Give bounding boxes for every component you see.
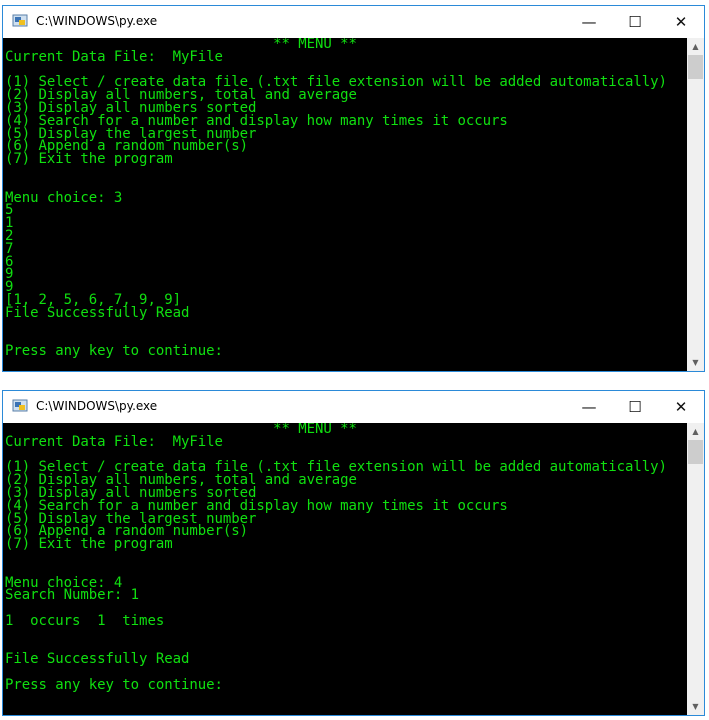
console-line: Press any key to continue: — [5, 676, 223, 693]
maximize-button[interactable]: ☐ — [612, 391, 658, 423]
close-button[interactable]: ✕ — [658, 391, 704, 423]
python-app-icon — [12, 399, 28, 412]
console-line: Menu choice: 3 — [5, 189, 123, 206]
console-line: Search Number: 1 — [5, 587, 140, 604]
vertical-scrollbar[interactable]: ▲ ▼ — [687, 423, 704, 715]
console-line: File Successfully Read — [5, 651, 190, 668]
console-window: C:\WINDOWS\py.exe — ☐ ✕ ** MENU ** Curren… — [2, 5, 705, 372]
scroll-down-arrow-icon[interactable]: ▼ — [687, 354, 704, 371]
console-line: Press any key to continue: — [5, 343, 223, 360]
vertical-scrollbar[interactable]: ▲ ▼ — [687, 38, 704, 371]
console-line: Current Data File: MyFile — [5, 48, 223, 65]
console-line: 7 — [5, 240, 14, 257]
python-app-icon — [12, 14, 28, 27]
console-line: Current Data File: MyFile — [5, 433, 223, 450]
console-output[interactable]: ** MENU ** Current Data File: MyFile (1) S… — [3, 38, 704, 371]
console-line: (7) Exit the program — [5, 151, 173, 168]
window-title: C:\WINDOWS\py.exe — [36, 14, 158, 28]
maximize-button[interactable]: ☐ — [612, 6, 658, 38]
console-output[interactable]: ** MENU ** Current Data File: MyFile (1) S… — [3, 423, 704, 715]
console-line: 9 — [5, 266, 14, 283]
scroll-thumb[interactable] — [688, 440, 703, 464]
title-bar[interactable]: C:\WINDOWS\py.exe — ☐ ✕ — [3, 6, 704, 38]
console-line: 1 — [5, 215, 14, 232]
console-line: (7) Exit the program — [5, 536, 173, 553]
close-button[interactable]: ✕ — [658, 6, 704, 38]
console-line: File Successfully Read — [5, 304, 190, 321]
console-line: 5 — [5, 202, 14, 219]
console-line: 6 — [5, 253, 14, 270]
minimize-button[interactable]: — — [566, 391, 612, 423]
console-line: 1 occurs 1 times — [5, 612, 165, 629]
scroll-thumb[interactable] — [688, 55, 703, 79]
scroll-up-arrow-icon[interactable]: ▲ — [687, 38, 704, 55]
minimize-button[interactable]: — — [566, 6, 612, 38]
scroll-up-arrow-icon[interactable]: ▲ — [687, 423, 704, 440]
window-title: C:\WINDOWS\py.exe — [36, 399, 158, 413]
scroll-down-arrow-icon[interactable]: ▼ — [687, 698, 704, 715]
console-line: 2 — [5, 227, 14, 244]
title-bar[interactable]: C:\WINDOWS\py.exe — ☐ ✕ — [3, 391, 704, 423]
console-window: C:\WINDOWS\py.exe — ☐ ✕ ** MENU ** Curren… — [2, 390, 705, 716]
